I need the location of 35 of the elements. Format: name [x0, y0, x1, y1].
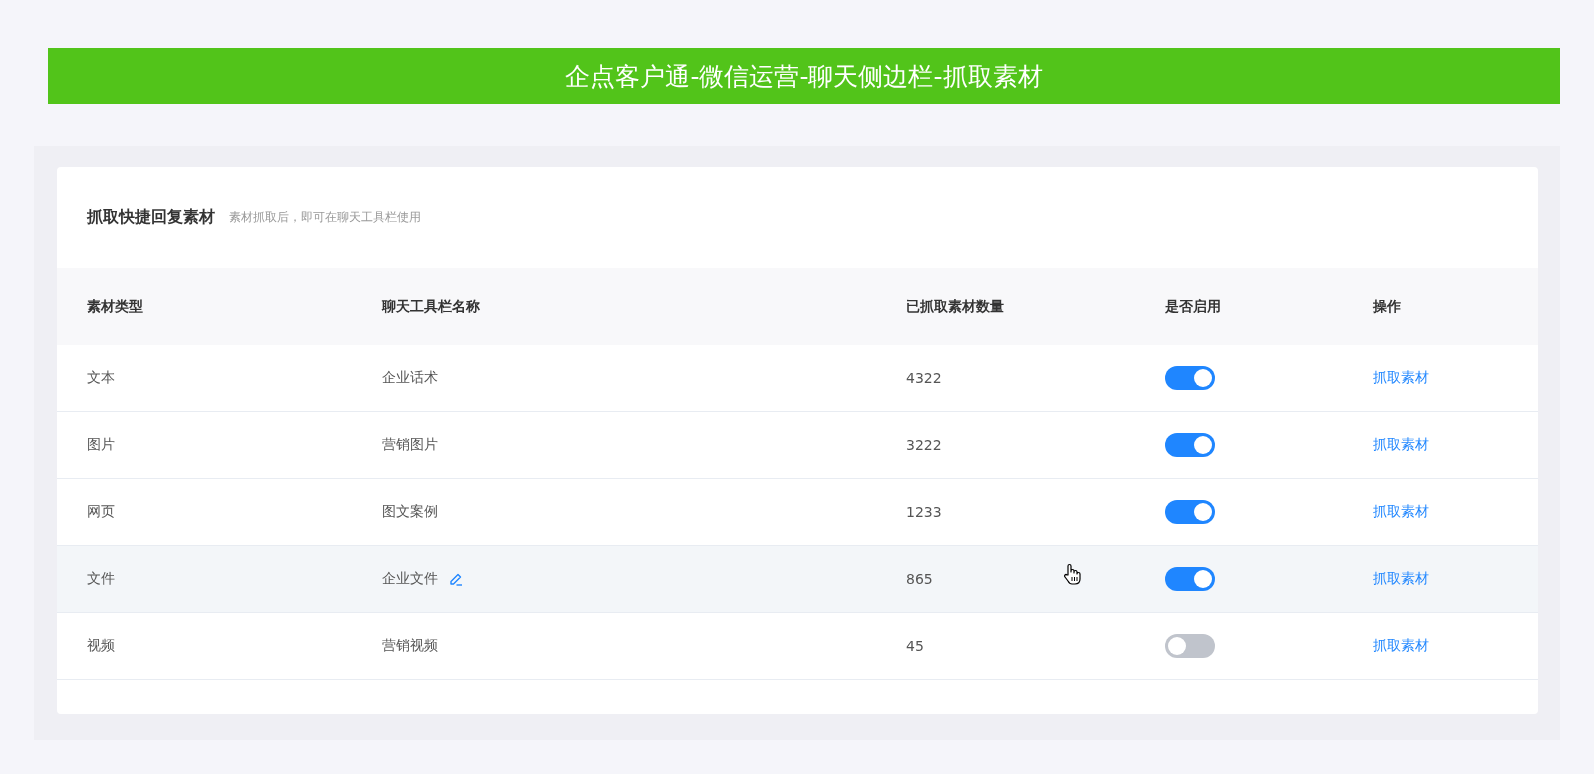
column-header: 素材类型: [87, 297, 143, 316]
table-cell: 1233: [906, 504, 942, 520]
table-cell: 图文案例: [382, 503, 438, 521]
column-header: 聊天工具栏名称: [382, 297, 480, 316]
grab-link[interactable]: 抓取素材: [1373, 503, 1429, 521]
table-cell: 营销视频: [382, 637, 438, 655]
table-cell: 图片: [87, 436, 115, 454]
toggle-switch[interactable]: [1165, 366, 1215, 390]
table-cell: 45: [906, 638, 924, 654]
column-header: 操作: [1373, 297, 1401, 316]
table-cell: 企业文件: [382, 570, 438, 588]
card-subtitle: 素材抓取后，即可在聊天工具栏使用: [229, 209, 421, 226]
hand-cursor-icon: [1063, 563, 1081, 585]
grab-link[interactable]: 抓取素材: [1373, 570, 1429, 588]
table-cell: 网页: [87, 503, 115, 521]
toggle-switch[interactable]: [1165, 634, 1215, 658]
column-header: 是否启用: [1165, 297, 1221, 316]
table-cell: 视频: [87, 637, 115, 655]
table-cell: 3222: [906, 437, 942, 453]
table-cell: 文本: [87, 369, 115, 387]
toggle-switch[interactable]: [1165, 500, 1215, 524]
toggle-switch[interactable]: [1165, 433, 1215, 457]
column-header: 已抓取素材数量: [906, 297, 1004, 316]
table-cell: 865: [906, 571, 933, 587]
grab-link[interactable]: 抓取素材: [1373, 436, 1429, 454]
title-banner: 企点客户通-微信运营-聊天侧边栏-抓取素材: [48, 48, 1560, 104]
grab-link[interactable]: 抓取素材: [1373, 369, 1429, 387]
table-cell: 营销图片: [382, 436, 438, 454]
card-title: 抓取快捷回复素材: [87, 207, 215, 228]
grab-link[interactable]: 抓取素材: [1373, 637, 1429, 655]
table-cell: 企业话术: [382, 369, 438, 387]
toggle-switch[interactable]: [1165, 567, 1215, 591]
table-cell: 4322: [906, 370, 942, 386]
edit-icon[interactable]: [448, 571, 464, 587]
table-cell: 文件: [87, 570, 115, 588]
